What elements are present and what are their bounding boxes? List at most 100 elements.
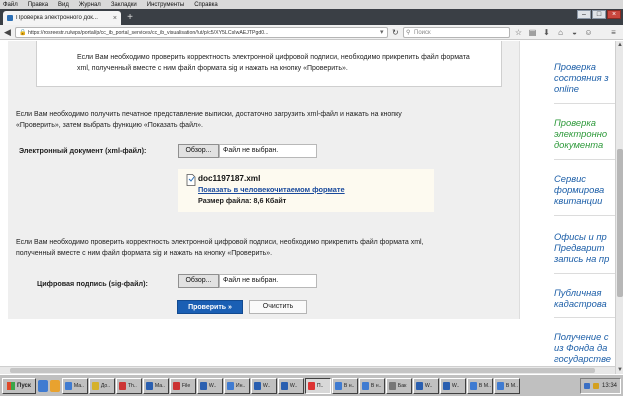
clear-button[interactable]: Очистить [249,300,307,314]
sidebar-link-offices[interactable]: Офисы и пр Предварит запись на пр [554,231,623,264]
tab-title: Проверка электронного док... [16,15,98,21]
start-button[interactable]: Пуск [2,377,36,394]
network-icon[interactable] [583,382,590,389]
sig-instructions: Если Вам необходимо проверить корректнос… [16,239,424,257]
taskbar-task[interactable]: W.. [439,377,466,394]
dropdown-arrow-icon[interactable]: ▾ [380,27,384,38]
task-app-icon [361,381,369,390]
menu-history[interactable]: Журнал [79,2,101,8]
sidebar-link-receipt[interactable]: Сервис формирова квитанции [554,173,623,206]
taskbar-task[interactable]: В н.. [358,377,385,394]
scrollbar-thumb[interactable] [617,149,623,297]
taskbar-task[interactable]: W.. [250,377,277,394]
page-content: Если Вам необходимо проверить корректнос… [0,41,623,374]
taskbar-task[interactable]: Ма.. [142,377,169,394]
task-app-icon [307,381,315,390]
check-button[interactable]: Проверить » [177,300,243,314]
close-window-button[interactable]: × [607,10,621,19]
task-list: Ма.. До.. Th.. Ма.. File W.. Ин.. W.. W.. П.. В н.… [61,377,520,394]
back-button[interactable]: ◀ [2,27,13,38]
show-readable-link[interactable]: Показать в человекочитаемом формате [198,185,345,194]
scroll-up-icon[interactable]: ▲ [616,41,623,49]
taskbar-task[interactable]: W.. [277,377,304,394]
task-app-icon [442,381,450,390]
task-label: File [181,382,191,389]
sidebar-divider [554,159,623,160]
task-label: Бак [397,382,407,389]
taskbar-task[interactable]: Th.. [115,377,142,394]
task-label: W.. [208,382,217,389]
pocket-icon[interactable]: ◒ [569,27,580,38]
task-label: В M.. [478,382,491,389]
favicon-icon [7,15,13,21]
taskbar-task[interactable]: В M.. [466,377,493,394]
menu-view[interactable]: Вид [58,2,69,8]
maximize-button[interactable]: □ [592,10,606,19]
xml-field-label: Электронный документ (xml-файл): [19,146,147,155]
sidebar-link-cadastral-map[interactable]: Публичная кадастрова [554,287,623,309]
url-text: https://rosreestr.ru/wps/portal/p/cc_ib_… [28,30,269,36]
sidebar-link-doc-check[interactable]: Проверка электронно документа [554,117,623,150]
sig-field-label: Цифровая подпись (sig-файл): [37,279,148,288]
hamburger-menu-icon[interactable]: ≡ [608,27,619,38]
clock: 13:34 [601,382,617,389]
taskbar-task[interactable]: В M.. [493,377,520,394]
menu-tools[interactable]: Инструменты [147,2,184,8]
home-icon[interactable]: ⌂ [555,27,566,38]
menu-help[interactable]: Справка [194,2,218,8]
document-icon [186,174,196,186]
download-icon[interactable]: ⬇ [541,27,552,38]
sig-browse-button[interactable]: Обзор... [178,274,219,288]
task-app-icon [199,381,207,390]
minimize-button[interactable]: – [577,10,591,19]
lock-icon: 🔒 [19,30,27,36]
menu-edit[interactable]: Правка [28,2,48,8]
xml-browse-button[interactable]: Обзор... [178,144,219,158]
quicklaunch-firefox-icon[interactable] [49,379,60,392]
task-label: В н.. [343,382,355,389]
reload-button[interactable]: ↻ [392,27,400,38]
url-bar[interactable]: 🔒 https://rosreestr.ru/wps/portal/p/cc_i… [15,27,388,38]
menu-bar: Файл Правка Вид Журнал Закладки Инструме… [0,0,623,9]
quicklaunch-desktop-icon[interactable] [37,379,48,392]
sidebar-divider [554,317,623,318]
tab-bar: Проверка электронного док... × + – □ × [0,9,623,25]
menu-file[interactable]: Файл [3,2,18,8]
print-instructions: Если Вам необходимо получить печатное пр… [16,111,402,129]
task-app-icon [388,381,396,390]
sync-icon[interactable]: ☺ [583,27,594,38]
taskbar-task[interactable]: П.. [304,377,331,394]
taskbar-task[interactable]: W.. [412,377,439,394]
new-tab-button[interactable]: + [124,12,136,23]
reading-list-icon[interactable]: ▤ [527,27,538,38]
task-app-icon [334,381,342,390]
task-app-icon [91,381,99,390]
task-label: Ма.. [73,382,84,389]
taskbar-task[interactable]: В н.. [331,377,358,394]
menu-bookmarks[interactable]: Закладки [111,2,137,8]
task-app-icon [280,381,288,390]
volume-icon[interactable] [592,382,599,389]
task-label: В M.. [505,382,518,389]
taskbar-task[interactable]: Ин.. [223,377,250,394]
bookmark-star-icon[interactable]: ☆ [513,27,524,38]
taskbar-task[interactable]: До.. [88,377,115,394]
search-input[interactable]: ⚲ Поиск [403,27,510,38]
search-icon: ⚲ [406,30,411,36]
close-tab-icon[interactable]: × [113,15,117,22]
taskbar-task[interactable]: File [169,377,196,394]
task-label: W.. [424,382,433,389]
task-app-icon [172,381,180,390]
horizontal-scrollbar[interactable] [0,366,615,374]
taskbar-task[interactable]: W.. [196,377,223,394]
browser-tab[interactable]: Проверка электронного док... × [3,11,121,25]
task-app-icon [496,381,504,390]
sidebar-link-status-check[interactable]: Проверка состояния з online [554,61,623,94]
task-label: П.. [316,382,324,389]
taskbar-task[interactable]: Бак [385,377,412,394]
scroll-down-icon[interactable]: ▼ [616,366,623,374]
taskbar-task[interactable]: Ма.. [61,377,88,394]
sidebar-divider [554,215,623,216]
horizontal-scrollbar-thumb[interactable] [10,368,595,373]
vertical-scrollbar[interactable]: ▲ ▼ [615,41,623,374]
